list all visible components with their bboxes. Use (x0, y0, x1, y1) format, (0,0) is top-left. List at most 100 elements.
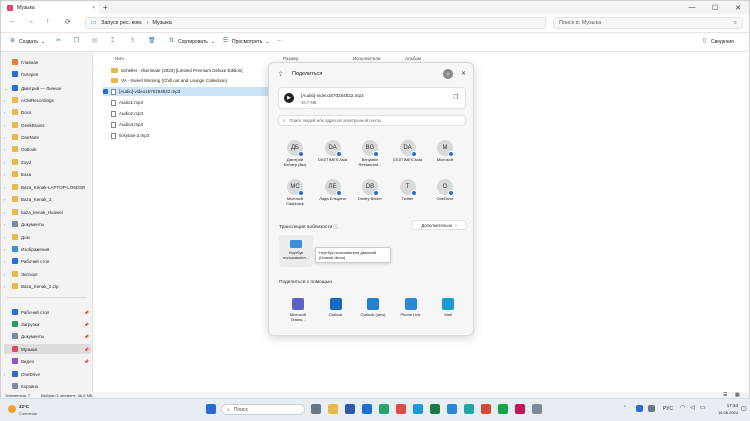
contact-item[interactable]: MC Microsoft Cashback (280, 179, 310, 207)
up-button[interactable]: ↑ (46, 18, 50, 25)
column-name[interactable]: Имя (115, 56, 124, 61)
yandex-icon[interactable] (396, 404, 406, 414)
sidebar-item[interactable]: Рабочий стол 📌 (4, 307, 91, 317)
task-view-icon[interactable] (311, 404, 321, 414)
chevron-icon[interactable]: › (4, 197, 9, 202)
chevron-icon[interactable]: › (4, 210, 9, 215)
sidebar-item[interactable]: › Дом (4, 232, 91, 242)
tab-music[interactable]: Музыка × (3, 2, 99, 14)
sidebar-item[interactable]: › Baza_Kenak_2 (4, 194, 91, 204)
minimize-button[interactable]: — (681, 1, 703, 14)
start-icon[interactable] (206, 404, 216, 414)
chevron-icon[interactable]: › (4, 259, 9, 264)
word-icon[interactable] (362, 404, 372, 414)
file-row[interactable]: tickytain-2.mp3 (103, 131, 149, 140)
sidebar-item[interactable]: › Docs (4, 107, 91, 117)
battery-icon[interactable]: ▭ (700, 404, 706, 411)
chevron-icon[interactable]: › (4, 222, 9, 227)
forward-button[interactable]: → (27, 18, 34, 25)
chevron-icon[interactable]: › (4, 185, 9, 190)
back-button[interactable]: ← (9, 18, 16, 25)
breadcrumb[interactable]: ▭ Запуск рес. ком. › Музыка (85, 17, 546, 29)
sidebar-item[interactable]: › OneDrive (4, 369, 91, 379)
file-row[interactable]: Audio3.mp3 (103, 120, 143, 129)
clock-time[interactable]: 17:34 (716, 403, 738, 408)
share-app-item[interactable]: Outlook (321, 298, 351, 318)
app-icon[interactable] (498, 404, 508, 414)
app-icon[interactable] (464, 404, 474, 414)
view-button[interactable]: ☰ Просмотреть ⌄ (222, 38, 270, 45)
file-row[interactable]: VA - Sweet Morning (Chill out and Lounge… (103, 76, 227, 85)
chevron-icon[interactable]: › (4, 235, 9, 240)
sidebar-item[interactable]: › Баха (4, 169, 91, 179)
sidebar-item[interactable]: Музыка 📌 (4, 344, 91, 354)
sidebar-item[interactable]: › Baza_Kenak-LAPTOP-LO6DSR (4, 182, 91, 192)
file-explorer-icon[interactable] (328, 404, 338, 414)
checkbox-icon[interactable] (103, 89, 108, 94)
volume-icon[interactable]: ◁ (690, 404, 695, 411)
sidebar-item[interactable]: Видео 📌 (4, 356, 91, 366)
nearby-device[interactable]: Ноутбук пользовател... (279, 235, 313, 267)
edge-icon[interactable] (379, 404, 389, 414)
details-button[interactable]: ▯ Сведения (701, 38, 734, 45)
more-button[interactable]: ··· (277, 38, 282, 44)
sidebar-item[interactable]: Главная (4, 57, 91, 67)
copy-icon[interactable]: ❐ (453, 94, 458, 101)
chevron-up-icon[interactable]: ⌃ (623, 405, 627, 411)
contact-item[interactable]: O OneDrive (430, 179, 460, 202)
sidebar-item[interactable]: › Изображения (4, 244, 91, 254)
create-button[interactable]: ⊕ Создать ⌄ (9, 38, 45, 45)
terminal-icon[interactable] (345, 404, 355, 414)
chevron-icon[interactable]: › (4, 247, 9, 252)
keyboard-layout[interactable]: РУС (663, 406, 673, 412)
rename-button[interactable]: ⌶ (109, 38, 116, 45)
tray-app-icon[interactable] (636, 405, 643, 412)
close-window-button[interactable]: ✕ (727, 1, 749, 14)
sidebar-item[interactable]: Галерея (4, 69, 91, 79)
chevron-icon[interactable]: › (4, 284, 9, 289)
store-icon[interactable] (413, 404, 423, 414)
breadcrumb-root[interactable]: Запуск рес. ком. (101, 20, 143, 26)
contact-item[interactable]: ДБ Дмитрий Бейзер (Вы) (280, 140, 310, 168)
chevron-icon[interactable]: › (4, 372, 9, 377)
taskbar-search-input[interactable]: ⌕ Поиск (221, 404, 305, 415)
excel-icon[interactable] (430, 404, 440, 414)
chevron-icon[interactable]: › (4, 272, 9, 277)
settings-icon[interactable] (532, 404, 542, 414)
maximize-button[interactable]: ☐ (704, 1, 726, 14)
sidebar-item[interactable]: › Zoyd (4, 157, 91, 167)
chevron-icon[interactable]: › (4, 135, 9, 140)
app-icon[interactable] (515, 404, 525, 414)
sidebar-item[interactable]: › ACMRecordings (4, 95, 91, 105)
tray-app-icon[interactable] (648, 405, 655, 412)
info-icon[interactable]: ⓘ (334, 225, 339, 230)
sidebar-item[interactable]: ⌄ Дмитрий — Личное (4, 83, 91, 93)
nearby-more-button[interactable]: Дополнительно › (411, 220, 467, 230)
clock-date[interactable]: 16.08.2024 (709, 410, 738, 415)
column-performers[interactable]: Исполнители (353, 56, 380, 61)
chevron-icon[interactable]: › (4, 160, 9, 165)
search-input[interactable]: Поиск в: Музыка ⌕ (553, 17, 743, 29)
sidebar-item[interactable]: Корзина (4, 381, 91, 391)
copy-button[interactable]: ❐ (73, 38, 80, 45)
notifications-icon[interactable]: ▢ (741, 405, 747, 412)
breadcrumb-current[interactable]: Музыка (152, 20, 171, 26)
contact-item[interactable]: BG Benjamin Restaurant... (355, 140, 385, 168)
weather-text[interactable]: Солнечно (19, 411, 37, 416)
outlook-icon[interactable] (447, 404, 457, 414)
chevron-icon[interactable]: › (4, 110, 9, 115)
contact-item[interactable]: T Twitter (393, 179, 423, 202)
wifi-icon[interactable]: ◠ (680, 404, 685, 411)
contact-item[interactable]: DA DIGITIMES Asia (318, 140, 348, 163)
sidebar-item[interactable]: › Экспорт (4, 269, 91, 279)
cut-button[interactable]: ✂ (55, 38, 62, 45)
sidebar-item[interactable]: Загрузки 📌 (4, 319, 91, 329)
share-app-item[interactable]: Phone Link (396, 298, 426, 318)
chevron-icon[interactable]: › (4, 98, 9, 103)
share-app-item[interactable]: Mail (433, 298, 463, 318)
file-row[interactable]: Audio1.mp3 (103, 98, 143, 107)
share-close-button[interactable]: ✕ (461, 70, 466, 77)
file-row[interactable]: Scheller - Illuminate (2023) [Limited Pr… (103, 66, 243, 75)
contact-item[interactable]: DA DIGITIMES Asia (393, 140, 423, 163)
refresh-button[interactable]: ⟳ (65, 18, 71, 26)
